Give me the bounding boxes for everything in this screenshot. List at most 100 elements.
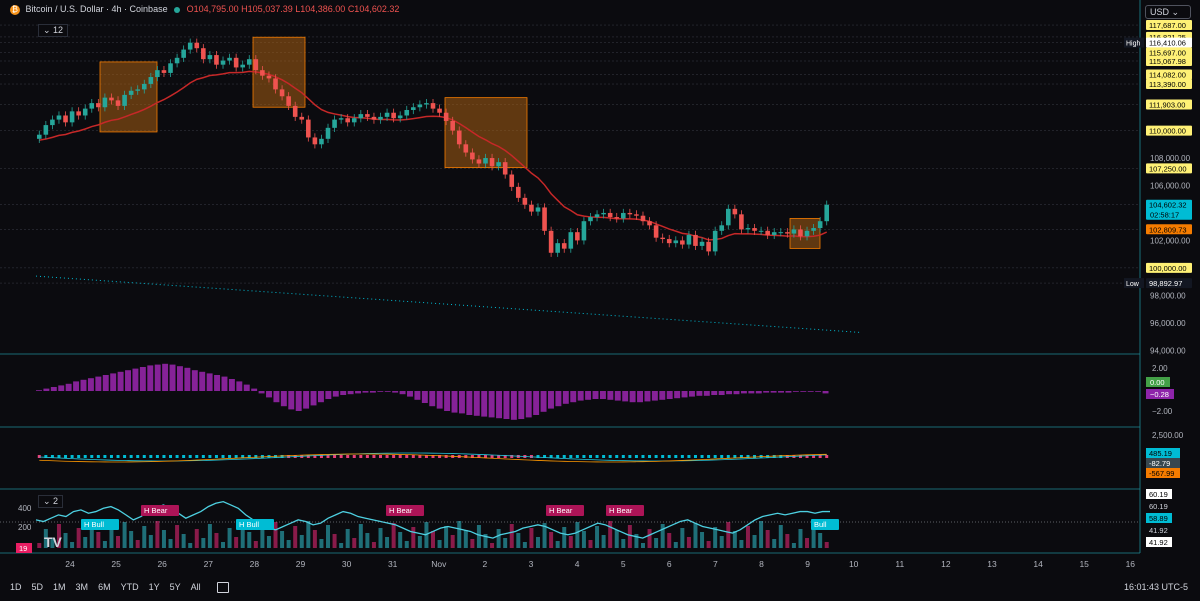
- macd-bar: [713, 455, 717, 458]
- histogram-bar: [199, 371, 206, 391]
- histogram-bar: [481, 391, 488, 417]
- macd-bar: [188, 455, 192, 458]
- range-1m[interactable]: 1M: [53, 582, 66, 593]
- volume-bar: [667, 533, 672, 548]
- volume-bar: [214, 533, 219, 548]
- range-all[interactable]: All: [191, 582, 201, 593]
- volume-bar: [76, 528, 81, 548]
- macd-bar: [339, 455, 343, 458]
- candle-body: [332, 119, 337, 128]
- volume-bar: [385, 537, 390, 548]
- symbol-title[interactable]: Bitcoin / U.S. Dollar · 4h · Coinbase: [26, 4, 168, 14]
- range-1y[interactable]: 1Y: [149, 582, 160, 593]
- candle-body: [758, 230, 764, 232]
- price-label: 100,000.00: [1149, 264, 1187, 273]
- macd-bar: [753, 455, 757, 458]
- indicators-toggle-2[interactable]: ⌄ 2: [38, 495, 64, 508]
- volume-bar: [83, 537, 88, 548]
- macd-bar: [333, 455, 337, 458]
- volume-bar: [739, 540, 744, 548]
- candle-body: [666, 239, 672, 244]
- range-5d[interactable]: 5D: [32, 582, 44, 593]
- histogram-bar: [392, 391, 399, 393]
- candle-body: [817, 221, 823, 229]
- volume-bar: [529, 528, 534, 548]
- candle-body: [529, 204, 534, 212]
- calendar-icon[interactable]: [216, 582, 229, 593]
- indicators-count-2: 2: [53, 496, 59, 506]
- histogram-bar: [117, 371, 124, 391]
- volume-bar: [516, 533, 521, 548]
- candle-body: [719, 225, 725, 231]
- candle-body: [430, 103, 436, 109]
- candle-body: [187, 42, 193, 50]
- histogram-bar: [43, 388, 50, 391]
- volume-bar: [339, 543, 344, 548]
- volume-bar: [194, 529, 199, 548]
- candle-body: [378, 116, 383, 120]
- currency-select[interactable]: USD ⌄: [1145, 5, 1191, 19]
- histogram-bar: [726, 391, 733, 395]
- x-tick-label: 31: [388, 559, 398, 569]
- market-status-icon: [174, 6, 181, 13]
- volume-bar: [155, 521, 160, 548]
- indicators-toggle[interactable]: ⌄ 12: [38, 24, 69, 37]
- histogram-bar: [666, 391, 673, 399]
- histogram-bar: [36, 390, 42, 391]
- macd-label: -82.79: [1149, 459, 1170, 468]
- x-tick-label: 3: [529, 559, 534, 569]
- macd-bar: [359, 455, 363, 458]
- volume-bar: [680, 528, 685, 548]
- price-chart[interactable]: 108,000.00 106,000.00 102,000.00 98,000.00 9…: [0, 0, 1200, 601]
- histogram-bar: [102, 375, 109, 391]
- candle-body: [43, 125, 49, 135]
- macd-bar: [162, 455, 166, 458]
- price-tag: Low: [1126, 281, 1140, 288]
- candle-body: [778, 232, 784, 234]
- macd-bar: [103, 455, 107, 458]
- histogram-bar: [689, 391, 695, 397]
- volume-bar: [102, 541, 107, 548]
- rsi-label: 60.19: [1149, 502, 1168, 511]
- volume-bar: [358, 524, 363, 548]
- x-tick-label: 12: [941, 559, 951, 569]
- macd-bar: [37, 455, 41, 458]
- histogram-bar: [629, 391, 636, 403]
- histogram-bar: [369, 391, 376, 393]
- histogram-bar: [258, 391, 265, 394]
- candle-body: [502, 162, 508, 175]
- range-5y[interactable]: 5Y: [170, 582, 181, 593]
- macd-bar: [372, 455, 376, 458]
- candle-body: [351, 118, 357, 123]
- range-1d[interactable]: 1D: [10, 582, 22, 593]
- x-tick-label: 5: [621, 559, 626, 569]
- range-6m[interactable]: 6M: [98, 582, 111, 593]
- histogram-bar: [674, 391, 681, 399]
- price-label: 117,687.00: [1149, 21, 1186, 30]
- y-tick-label: 102,000.00: [1150, 236, 1191, 245]
- volume-bar: [345, 529, 350, 548]
- macd-bar: [64, 455, 68, 458]
- histogram-bar: [325, 391, 332, 399]
- range-ytd[interactable]: YTD: [121, 582, 139, 593]
- histogram-bar: [228, 379, 235, 391]
- histogram-bar: [288, 391, 295, 410]
- candle-body: [673, 240, 679, 244]
- candle-body: [122, 94, 127, 106]
- volume-bar: [398, 532, 403, 548]
- divergence-tag: H Bear: [389, 506, 413, 515]
- volume-bar: [365, 533, 370, 548]
- candle-body: [804, 230, 810, 237]
- range-3m[interactable]: 3M: [76, 582, 89, 593]
- histogram-bar: [243, 384, 250, 391]
- candle-body: [765, 230, 770, 235]
- x-tick-label: Nov: [431, 559, 447, 569]
- volume-bar: [575, 522, 580, 548]
- clock[interactable]: 16:01:43 UTC-5: [1124, 582, 1188, 592]
- macd-bar: [667, 455, 671, 458]
- x-tick-label: 14: [1033, 559, 1043, 569]
- histogram-bar: [570, 391, 577, 403]
- x-tick-label: 29: [296, 559, 306, 569]
- histogram-bar: [696, 391, 703, 396]
- candle-body: [470, 152, 475, 160]
